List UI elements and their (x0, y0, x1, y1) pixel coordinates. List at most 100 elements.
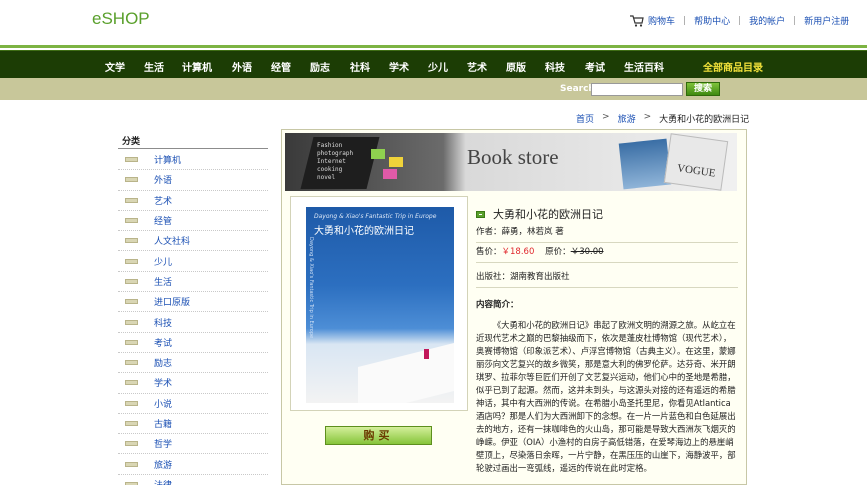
bullet-icon (125, 299, 138, 305)
product-title: 大勇和小花的欧洲日记 (493, 208, 603, 221)
top-links: 购物车 | 帮助中心 | 我的帐户 | 新用户注册 (630, 14, 849, 27)
sidebar-item-academic[interactable]: 学术 (118, 373, 268, 394)
magazines-image: VOGUE (618, 133, 735, 191)
cover-white-wall (358, 343, 454, 403)
buy-button[interactable]: 购买 (325, 426, 432, 445)
sidebar-title: 分类 (122, 137, 141, 147)
title-icon (476, 210, 485, 218)
cart-link[interactable]: 购物车 (648, 14, 675, 27)
sidebar-item-label: 人文社科 (154, 237, 191, 248)
nav-item-exam[interactable]: 考试 (585, 59, 605, 74)
sidebar-item-label: 外语 (154, 176, 173, 187)
breadcrumb-separator: > (643, 112, 652, 122)
author-value: 薛勇，林若岚 著 (501, 227, 564, 237)
sidebar-item-exam[interactable]: 考试 (118, 333, 268, 353)
site-logo[interactable]: eSHOP (92, 9, 150, 29)
all-products-link[interactable]: 全部商品目录 (703, 59, 763, 74)
sidebar-item-art[interactable]: 艺术 (118, 191, 268, 211)
bullet-icon (125, 400, 138, 406)
nav-item-business[interactable]: 经管 (271, 59, 291, 74)
cover-spine-text: Dayong & Xiao's Fantastic Trip in Europe (308, 237, 314, 339)
main-nav: 文学 生活 计算机 外语 经管 励志 社科 学术 少儿 艺术 原版 科技 考试 … (0, 50, 867, 78)
bullet-icon (125, 197, 138, 203)
sticky-note-green (371, 149, 385, 159)
sidebar-item-children[interactable]: 少儿 (118, 251, 268, 272)
bullet-icon (125, 360, 138, 366)
publisher-row: 出版社：湖南教育出版社 (476, 270, 738, 288)
sidebar-item-label: 生活 (154, 277, 173, 288)
price-row: 售价：￥18.60 原价：￥30.00 (476, 245, 738, 263)
nav-item-art[interactable]: 艺术 (467, 59, 487, 74)
divider: | (738, 15, 742, 26)
nav-item-technology[interactable]: 科技 (545, 59, 565, 74)
nav-item-language[interactable]: 外语 (232, 59, 252, 74)
nav-item-life[interactable]: 生活 (144, 59, 164, 74)
laptop-screen-text: Fashion photograph Internet cooking nove… (317, 142, 354, 181)
my-account-link[interactable]: 我的帐户 (749, 14, 785, 27)
nav-item-literature[interactable]: 文学 (105, 59, 125, 74)
product-description: 《大勇和小花的欧洲日记》串起了欧洲文明的溯源之旅。从屹立在近现代艺术之巅的巴黎抽… (476, 320, 736, 473)
author-row: 作者：薛勇，林若岚 著 (476, 225, 738, 243)
sale-price: ￥18.60 (501, 247, 535, 257)
bullet-icon (125, 380, 138, 386)
bullet-icon (125, 238, 138, 244)
sidebar-item-travel[interactable]: 旅游 (118, 454, 268, 475)
book-cover-frame: Dayong & Xiao's Fantastic Trip in Europe… (290, 196, 468, 411)
register-link[interactable]: 新用户注册 (804, 14, 849, 27)
bookstore-banner[interactable]: Fashion photograph Internet cooking nove… (285, 133, 737, 191)
sidebar-item-imported[interactable]: 进口原版 (118, 292, 268, 313)
divider: | (793, 15, 797, 26)
sidebar-item-label: 小说 (154, 399, 173, 410)
nav-item-computer[interactable]: 计算机 (182, 59, 212, 74)
search-button[interactable]: 搜索 (686, 82, 720, 96)
nav-item-life-encyclopedia[interactable]: 生活百科 (624, 59, 664, 74)
nav-item-children[interactable]: 少儿 (428, 59, 448, 74)
cover-title-en: Dayong & Xiao's Fantastic Trip in Europe (314, 213, 437, 220)
sidebar-item-label: 古籍 (154, 420, 173, 430)
banner-headline: Book store (467, 145, 559, 169)
category-list: 计算机 外语 艺术 经管 人文社科 少儿 生活 进口原版 科技 考试 励志 学术… (118, 150, 268, 485)
sidebar-item-label: 经管 (154, 217, 173, 228)
original-price: ￥30.00 (570, 247, 604, 257)
original-price-label: 原价： (545, 247, 571, 257)
breadcrumb-home[interactable]: 首页 (576, 112, 594, 125)
cover-person-figure (424, 349, 429, 359)
sidebar-item-business[interactable]: 经管 (118, 211, 268, 232)
sticky-note-pink (383, 169, 397, 179)
author-label: 作者： (476, 227, 502, 237)
cover-title-cn: 大勇和小花的欧洲日记 (314, 226, 414, 237)
sidebar-item-law[interactable]: 法律 (118, 475, 268, 485)
nav-item-social-science[interactable]: 社科 (350, 59, 370, 74)
sidebar-item-life[interactable]: 生活 (118, 272, 268, 293)
sidebar-item-classics[interactable]: 古籍 (118, 414, 268, 435)
breadcrumb-category[interactable]: 旅游 (618, 112, 636, 125)
help-center-link[interactable]: 帮助中心 (694, 14, 730, 27)
product-title-row: 大勇和小花的欧洲日记 (476, 206, 603, 222)
sidebar-item-inspiration[interactable]: 励志 (118, 353, 268, 374)
nav-item-original[interactable]: 原版 (506, 59, 526, 74)
bullet-icon (125, 441, 138, 447)
sidebar-item-computer[interactable]: 计算机 (118, 150, 268, 171)
nav-item-inspiration[interactable]: 励志 (310, 59, 330, 74)
product-panel: Fashion photograph Internet cooking nove… (281, 129, 747, 485)
bullet-icon (125, 421, 138, 426)
publisher-value: 湖南教育出版社 (510, 272, 570, 282)
header-divider (0, 45, 867, 48)
price-label: 售价： (476, 247, 502, 257)
sidebar-item-label: 计算机 (154, 156, 182, 167)
sidebar-item-label: 旅游 (154, 460, 173, 471)
sidebar-item-label: 法律 (154, 478, 172, 485)
intro-label: 内容简介： (476, 300, 519, 310)
breadcrumb-separator: > (602, 112, 610, 122)
sidebar-item-humanities[interactable]: 人文社科 (118, 231, 268, 252)
sidebar-item-language[interactable]: 外语 (118, 170, 268, 191)
shopping-cart-icon[interactable] (630, 14, 644, 27)
sidebar-item-technology[interactable]: 科技 (118, 312, 268, 333)
bullet-icon (125, 461, 138, 467)
sidebar-item-novel[interactable]: 小说 (118, 394, 268, 414)
sidebar-item-philosophy[interactable]: 哲学 (118, 434, 268, 455)
nav-item-academic[interactable]: 学术 (389, 59, 409, 74)
sidebar-item-label: 少儿 (154, 257, 173, 268)
search-input[interactable] (591, 83, 683, 96)
book-cover-image[interactable]: Dayong & Xiao's Fantastic Trip in Europe… (306, 207, 454, 403)
